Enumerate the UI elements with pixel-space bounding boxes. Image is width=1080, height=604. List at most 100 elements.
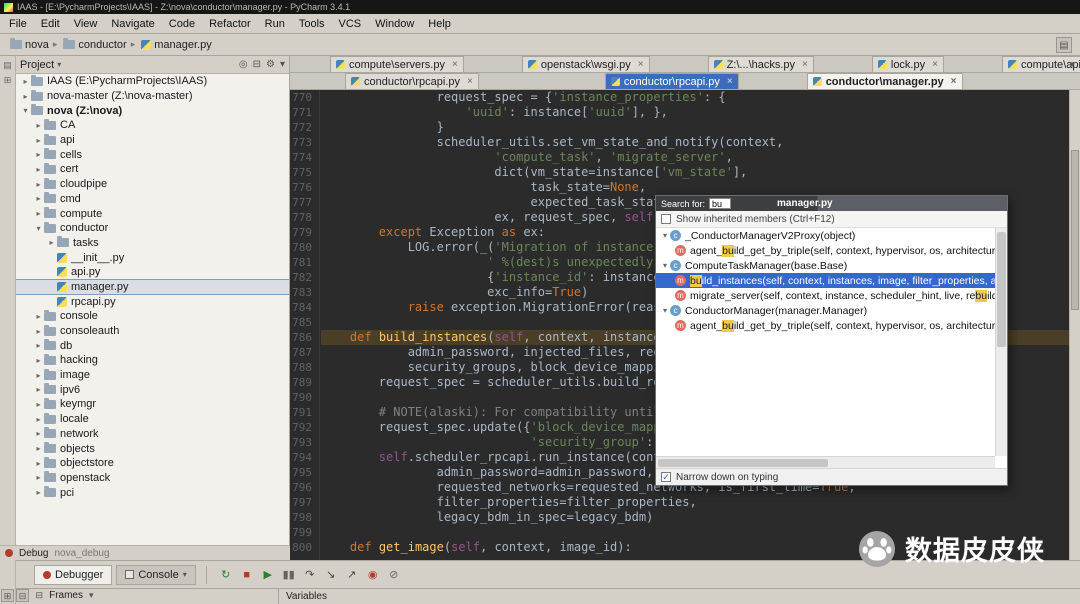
line-number[interactable]: 790 [290,390,319,405]
expand-arrow-icon[interactable]: ▸ [33,312,44,321]
tab-console[interactable]: Console ▾ [116,564,196,585]
line-number[interactable]: 771 [290,105,319,120]
menu-tools[interactable]: Tools [292,16,332,32]
tab-list-dropdown-icon[interactable]: ▾ [1070,59,1075,70]
tree-item[interactable]: ▸ nova-master (Z:\nova-master) [16,89,289,104]
expand-arrow-icon[interactable]: ▸ [33,488,44,497]
expand-arrow-icon[interactable]: ▸ [33,415,44,424]
line-number[interactable]: 780 [290,240,319,255]
structure-method-row[interactable]: m migrate_server(self, context, instance,… [656,288,995,303]
breadcrumb-item[interactable]: conductor [78,39,126,51]
structure-method-row[interactable]: m agent_build_get_by_triple(self, context… [656,243,995,258]
expand-arrow-icon[interactable]: ▸ [33,194,44,203]
line-number[interactable]: 788 [290,360,319,375]
tree-item[interactable]: ▸ IAAS (E:\PycharmProjects\IAAS) [16,74,289,89]
expand-arrow-icon[interactable]: ▸ [33,400,44,409]
expand-arrow-icon[interactable]: ▸ [33,327,44,336]
tree-item[interactable]: ▸ cmd [16,192,289,207]
line-number[interactable]: 795 [290,465,319,480]
line-number[interactable]: 777 [290,195,319,210]
pane-icon[interactable]: ⊟ [36,590,44,601]
expand-arrow-icon[interactable]: ▸ [33,136,44,145]
line-number[interactable]: 782 [290,270,319,285]
close-icon[interactable]: × [638,59,644,70]
line-number[interactable]: 797 [290,495,319,510]
line-number[interactable]: 781 [290,255,319,270]
tree-item[interactable]: ▾ nova (Z:\nova) [16,103,289,118]
expand-arrow-icon[interactable]: ▾ [660,261,670,270]
close-icon[interactable]: × [452,59,458,70]
toolwindow-toggle-icon[interactable]: ⊟ [16,589,29,602]
tab-debugger[interactable]: Debugger [34,564,113,585]
chevron-down-icon[interactable]: ▾ [89,590,94,601]
tree-item[interactable]: ▸ objects [16,441,289,456]
tree-item[interactable]: ▸ hacking [16,353,289,368]
tree-item[interactable]: ▸ cloudpipe [16,177,289,192]
expand-arrow-icon[interactable]: ▾ [33,224,44,233]
editor-tab[interactable]: lock.py × [871,56,944,72]
line-number[interactable]: 796 [290,480,319,495]
tree-item[interactable]: rpcapi.py [16,294,289,309]
mute-breakpoints-icon[interactable]: ⊘ [385,566,403,584]
expand-arrow-icon[interactable]: ▸ [46,238,57,247]
project-panel-title[interactable]: Project [20,59,54,71]
line-number[interactable]: 779 [290,225,319,240]
expand-arrow-icon[interactable]: ▸ [33,165,44,174]
show-inherited-checkbox[interactable] [661,214,671,224]
toolbar-widget-icon[interactable]: ▤ [1056,37,1072,53]
expand-arrow-icon[interactable]: ▸ [33,371,44,380]
close-icon[interactable]: × [932,59,938,70]
tree-item[interactable]: ▸ cert [16,162,289,177]
menu-refactor[interactable]: Refactor [202,16,258,32]
expand-arrow-icon[interactable]: ▸ [33,429,44,438]
step-into-icon[interactable]: ↘ [322,566,340,584]
line-number[interactable]: 773 [290,135,319,150]
toolwindow-toggle-icon[interactable]: ⊞ [1,589,14,602]
tree-item[interactable]: ▸ objectstore [16,456,289,471]
locate-icon[interactable]: ◎ [239,57,248,73]
line-number[interactable]: 793 [290,435,319,450]
breadcrumb-item[interactable]: manager.py [154,39,211,51]
menu-code[interactable]: Code [162,16,202,32]
close-icon[interactable]: × [802,59,808,70]
tree-item[interactable]: api.py [16,265,289,280]
collapse-all-icon[interactable]: ⊟ [253,57,261,73]
editor-tab[interactable]: openstack\wsgi.py × [521,56,650,72]
line-number[interactable]: 783 [290,285,319,300]
line-number[interactable]: 792 [290,420,319,435]
tree-item[interactable]: ▸ locale [16,412,289,427]
expand-arrow-icon[interactable]: ▸ [20,92,31,101]
line-number[interactable]: 784 [290,300,319,315]
menu-edit[interactable]: Edit [34,16,67,32]
menu-view[interactable]: View [67,16,105,32]
popup-horizontal-scrollbar[interactable] [656,456,995,468]
scrollbar-thumb[interactable] [1071,150,1079,310]
expand-arrow-icon[interactable]: ▸ [33,459,44,468]
menu-window[interactable]: Window [368,16,421,32]
tree-item[interactable]: ▸ consoleauth [16,324,289,339]
tree-item[interactable]: ▸ console [16,309,289,324]
expand-arrow-icon[interactable]: ▾ [20,106,31,115]
line-number[interactable]: 800 [290,540,319,555]
project-stripe-icon[interactable]: ▤ [3,60,13,71]
tree-item[interactable]: ▸ keymgr [16,397,289,412]
show-inherited-row[interactable]: Show inherited members (Ctrl+F12) [656,211,1007,228]
step-over-icon[interactable]: ↷ [301,566,319,584]
editor-tab[interactable]: conductor\rpcapi.py × [604,73,739,89]
narrow-down-row[interactable]: ✓ Narrow down on typing [656,468,1007,485]
tree-item[interactable]: ▸ network [16,427,289,442]
view-breakpoints-icon[interactable]: ◉ [364,566,382,584]
line-number[interactable]: 787 [290,345,319,360]
tree-item[interactable]: manager.py [16,278,289,296]
structure-method-row[interactable]: m agent_build_get_by_triple(self, context… [656,318,995,333]
tree-item[interactable]: ▾ conductor [16,221,289,236]
structure-class-row[interactable]: ▾ c ComputeTaskManager(base.Base) [656,258,995,273]
expand-arrow-icon[interactable]: ▸ [33,385,44,394]
settings-icon[interactable]: ⚙ [266,57,275,73]
line-number[interactable]: 798 [290,510,319,525]
frames-label[interactable]: Frames [49,590,83,601]
line-number[interactable]: 778 [290,210,319,225]
editor-vertical-scrollbar[interactable] [1069,90,1080,560]
scrollbar-thumb[interactable] [997,232,1006,347]
editor-tab[interactable]: Z:\...\hacks.py × [707,56,814,72]
